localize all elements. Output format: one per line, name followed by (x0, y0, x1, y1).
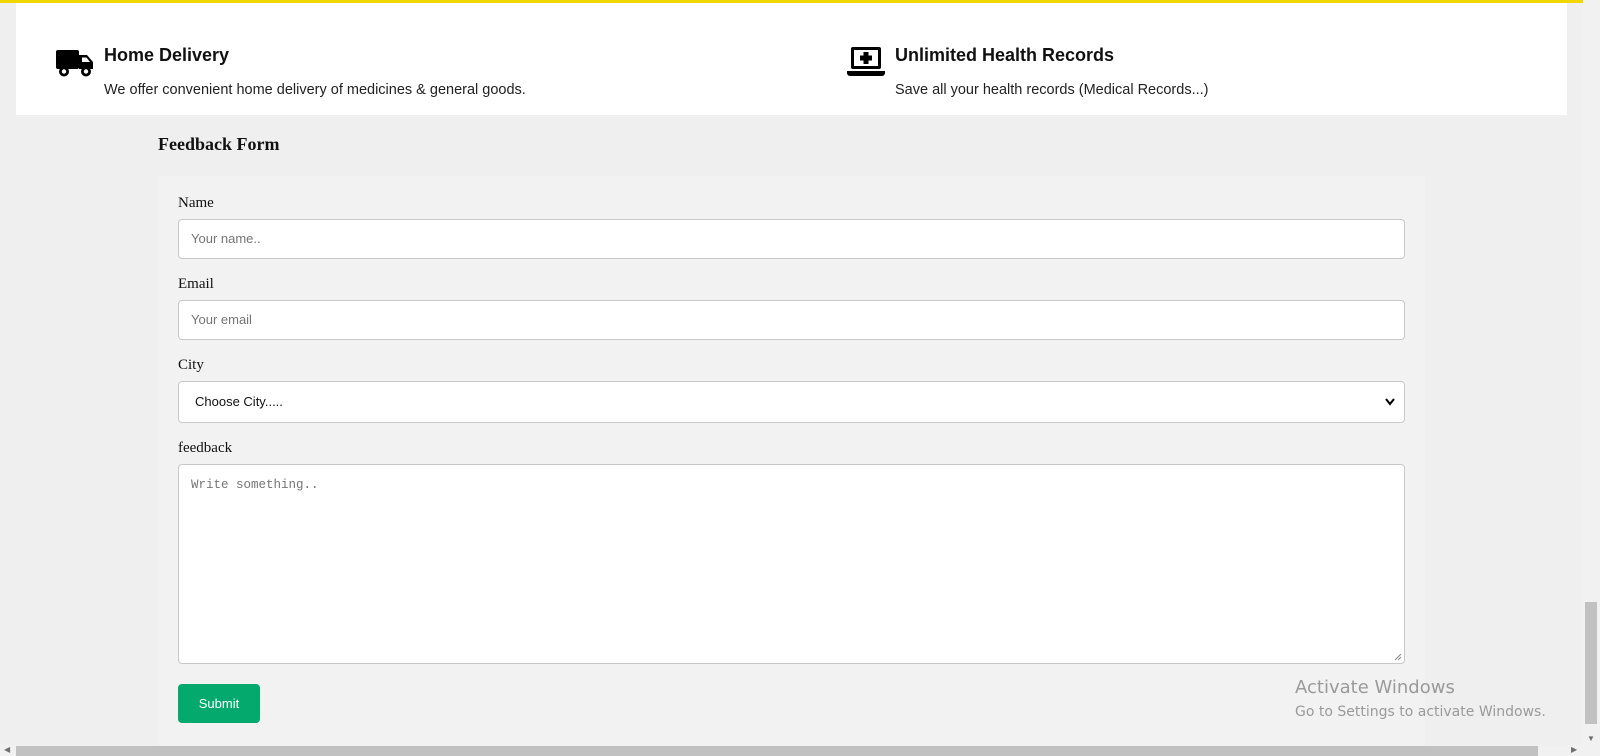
scroll-down-arrow-icon[interactable]: ▼ (1587, 734, 1595, 743)
truck-icon (56, 50, 93, 77)
feature-title: Unlimited Health Records (895, 45, 1115, 65)
submit-button[interactable]: Submit (178, 684, 260, 723)
windows-activation-watermark: Activate Windows Go to Settings to activ… (1295, 677, 1546, 721)
watermark-title: Activate Windows (1295, 677, 1455, 698)
laptop-medical-icon (847, 47, 885, 76)
feature-title: Home Delivery (104, 45, 230, 65)
chevron-down-icon (1385, 398, 1395, 406)
feature-description: Save all your health records (Medical Re… (895, 82, 1209, 98)
city-label: City (178, 357, 204, 373)
feedback-textarea[interactable]: Write something.. (178, 464, 1405, 664)
horizontal-scrollbar[interactable]: ◀ ▶ (0, 745, 1600, 756)
city-select[interactable]: Choose City..... (178, 381, 1405, 423)
scroll-left-arrow-icon[interactable]: ◀ (4, 745, 10, 754)
city-selected-value: Choose City..... (195, 394, 283, 409)
watermark-subtitle: Go to Settings to activate Windows. (1295, 704, 1546, 720)
feedback-label: feedback (178, 440, 233, 456)
vertical-scrollbar[interactable]: ▼ (1583, 0, 1600, 745)
horizontal-scrollbar-thumb[interactable] (16, 746, 1538, 756)
name-label: Name (178, 195, 214, 211)
email-label: Email (178, 276, 214, 292)
features-strip: Home Delivery We offer convenient home d… (16, 3, 1567, 115)
feature-description: We offer convenient home delivery of med… (104, 82, 526, 98)
name-input[interactable]: Your name.. (178, 219, 1405, 259)
scroll-right-arrow-icon[interactable]: ▶ (1571, 745, 1577, 754)
resize-grip-icon[interactable] (1393, 652, 1402, 661)
form-title: Feedback Form (158, 134, 280, 154)
feedback-placeholder: Write something.. (191, 478, 319, 492)
email-input[interactable]: Your email (178, 300, 1405, 340)
vertical-scrollbar-thumb[interactable] (1585, 602, 1597, 724)
